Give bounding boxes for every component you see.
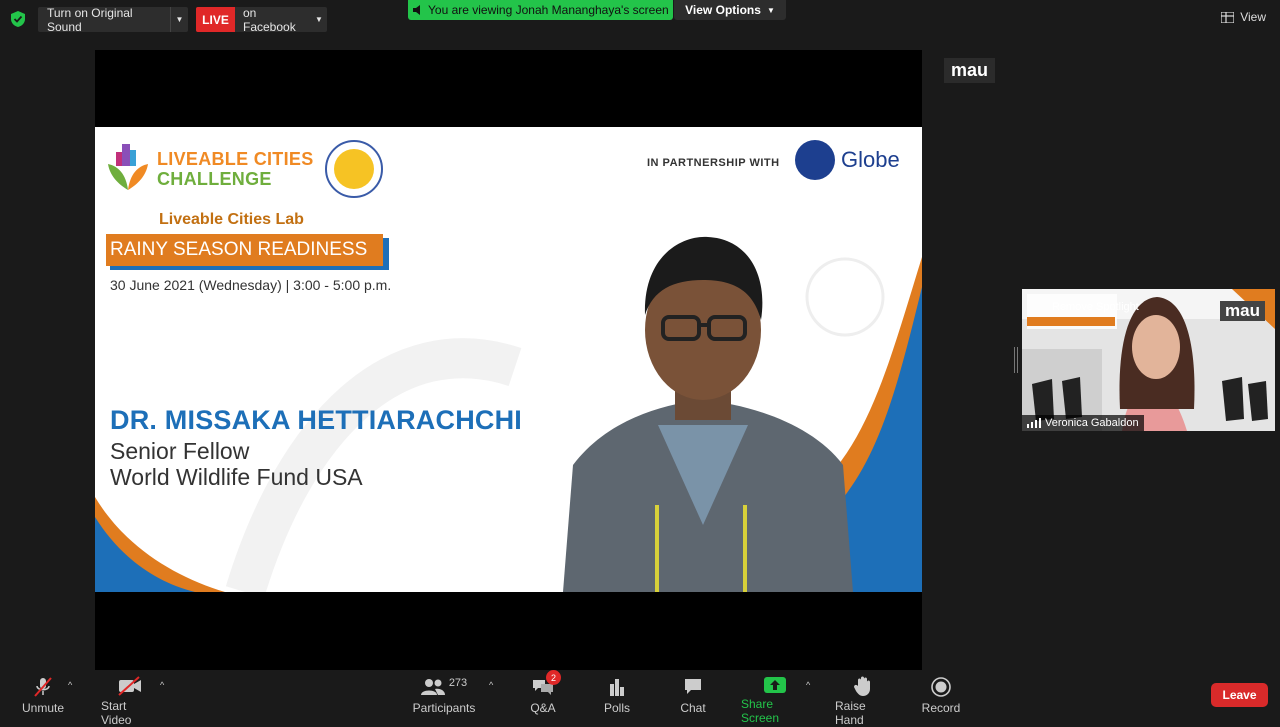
video-options-chevron-icon[interactable]: ^ xyxy=(160,680,164,690)
original-sound-button[interactable]: Turn on Original Sound ▼ xyxy=(38,5,188,34)
start-video-button[interactable]: Start Video xyxy=(101,676,159,727)
leave-button[interactable]: Leave xyxy=(1211,683,1268,707)
audio-options-chevron-icon[interactable]: ^ xyxy=(68,680,72,690)
share-options-chevron-icon[interactable]: ^ xyxy=(806,680,810,690)
participant-name: Veronica Gabaldon xyxy=(1045,417,1139,429)
share-screen-label: Share Screen xyxy=(741,697,780,725)
panel-resize-handle[interactable] xyxy=(1014,347,1018,373)
presentation-slide: LIVEABLE CITIES CHALLENGE IN PARTNERSHIP… xyxy=(95,127,922,592)
live-target-label: on Facebook xyxy=(243,5,296,34)
logo-line-1: LIVEABLE CITIES xyxy=(157,149,314,169)
share-screen-icon xyxy=(764,677,786,693)
polls-button[interactable]: Polls xyxy=(603,676,631,716)
raise-hand-icon xyxy=(854,676,870,696)
qa-button[interactable]: 2 Q&A xyxy=(528,670,561,716)
partner-name: Globe xyxy=(841,147,900,172)
remove-spotlight-button[interactable]: Remove Spotlight xyxy=(1052,301,1139,313)
chevron-down-icon[interactable]: ▼ xyxy=(170,7,188,32)
shared-screen: LIVEABLE CITIES CHALLENGE IN PARTNERSHIP… xyxy=(95,50,922,670)
participants-label: Participants xyxy=(412,701,476,715)
participant-video-thumbnail[interactable]: Remove Spotlight mau Veronica Gabaldon xyxy=(1022,289,1275,431)
viewing-banner-text: You are viewing Jonah Mananghaya's scree… xyxy=(428,3,669,17)
participants-count: 273 xyxy=(448,677,468,689)
participant-name-tag: Veronica Gabaldon xyxy=(1022,415,1144,431)
shield-icon[interactable] xyxy=(10,10,26,28)
chat-icon xyxy=(685,679,701,694)
top-bar: Turn on Original Sound ▼ LIVE on Faceboo… xyxy=(0,0,1280,40)
raise-hand-label: Raise Hand xyxy=(835,699,866,727)
spotlight-name-label: mau xyxy=(944,58,996,83)
liveable-cities-logo-icon xyxy=(108,144,148,190)
live-badge: LIVE xyxy=(196,7,235,32)
polls-label: Polls xyxy=(603,701,630,715)
signal-strength-icon xyxy=(1027,418,1041,428)
thumbnail-name-label: mau xyxy=(1220,301,1265,321)
chat-label: Chat xyxy=(680,701,706,715)
record-label: Record xyxy=(921,701,961,715)
globe-logo-icon xyxy=(795,140,835,180)
chevron-down-icon: ▼ xyxy=(766,5,775,15)
participants-options-chevron-icon[interactable]: ^ xyxy=(489,680,493,690)
speaker-organization: World Wildlife Fund USA xyxy=(110,464,363,490)
record-icon xyxy=(931,677,951,697)
chevron-down-icon: ▼ xyxy=(315,15,323,24)
original-sound-label: Turn on Original Sound xyxy=(47,5,133,34)
record-button[interactable]: Record xyxy=(922,676,960,716)
speaker-role: Senior Fellow xyxy=(110,438,250,464)
polls-icon xyxy=(610,679,624,696)
participants-icon xyxy=(420,679,445,695)
unmute-button[interactable]: Unmute xyxy=(22,676,64,716)
view-options-button[interactable]: View Options ▼ xyxy=(674,0,786,20)
event-date: 30 June 2021 (Wednesday) | 3:00 - 5:00 p… xyxy=(110,277,392,293)
view-label: View xyxy=(1240,10,1266,24)
video-off-icon xyxy=(118,676,141,696)
raise-hand-button[interactable]: Raise Hand xyxy=(835,676,891,727)
view-button[interactable]: View xyxy=(1221,10,1266,24)
qa-label: Q&A xyxy=(530,701,556,715)
view-options-label: View Options xyxy=(685,3,761,17)
muted-microphone-icon xyxy=(34,677,52,697)
start-video-label: Start Video xyxy=(101,699,132,727)
event-title: RAINY SEASON READINESS xyxy=(106,234,383,266)
viewing-banner: You are viewing Jonah Mananghaya's scree… xyxy=(408,0,673,20)
lab-title: Liveable Cities Lab xyxy=(159,211,304,228)
share-screen-button[interactable]: Share Screen xyxy=(741,676,809,725)
partnership-label: IN PARTNERSHIP WITH xyxy=(647,157,780,169)
grid-view-icon xyxy=(1221,11,1235,23)
logo-line-2: CHALLENGE xyxy=(157,169,272,189)
city-seal-logo xyxy=(325,140,383,198)
chat-button[interactable]: Chat xyxy=(679,676,707,716)
speaker-photo xyxy=(563,236,853,592)
qa-notification-badge: 2 xyxy=(546,670,561,685)
live-stream-button[interactable]: LIVE on Facebook ▼ xyxy=(196,5,327,34)
participants-button[interactable]: 273 Participants xyxy=(412,676,476,716)
speaker-icon xyxy=(413,5,420,15)
unmute-label: Unmute xyxy=(21,701,65,715)
speaker-name: DR. MISSAKA HETTIARACHCHI xyxy=(110,405,522,435)
meeting-toolbar: Unmute ^ Start Video ^ 273 Participants … xyxy=(0,670,1280,727)
